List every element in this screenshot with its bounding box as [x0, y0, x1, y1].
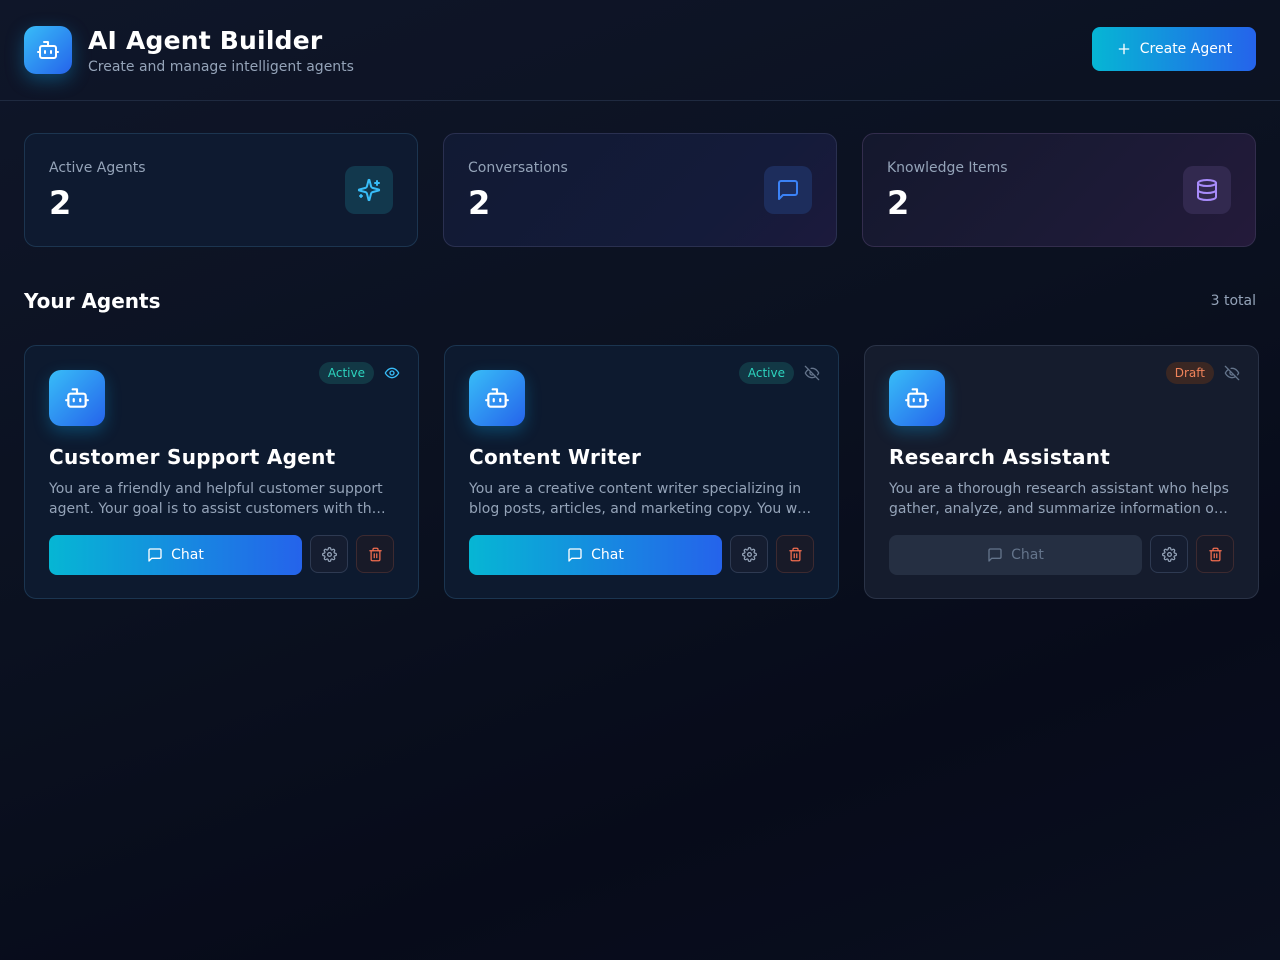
agent-description-line: blog posts, articles, and marketing copy… — [469, 501, 814, 517]
robot-icon — [49, 370, 105, 426]
message-square-icon — [764, 166, 812, 214]
database-icon — [1183, 166, 1231, 214]
app-header: AI Agent Builder Create and manage intel… — [0, 0, 1280, 101]
stat-label: Active Agents — [49, 160, 146, 176]
trash-icon — [368, 547, 382, 561]
chat-button[interactable]: Chat — [889, 535, 1142, 575]
page-subtitle: Create and manage intelligent agents — [88, 58, 354, 75]
trash-icon — [1208, 547, 1222, 561]
section-title: Your Agents — [24, 289, 161, 313]
status-badge: Active — [318, 362, 374, 384]
gear-icon — [321, 546, 337, 562]
agent-actions: Chat — [889, 535, 1234, 575]
agents-count: 3 total — [1210, 293, 1256, 309]
chat-button[interactable]: Chat — [49, 535, 302, 575]
message-square-icon — [988, 548, 1002, 562]
brand: AI Agent Builder Create and manage intel… — [24, 26, 354, 75]
agent-status-area: Draft — [1165, 362, 1242, 384]
gear-icon — [1161, 546, 1177, 562]
robot-icon — [469, 370, 525, 426]
message-square-icon — [148, 548, 162, 562]
agent-description: You are a thorough research assistant wh… — [889, 479, 1234, 519]
gear-icon — [741, 546, 757, 562]
status-badge: Active — [738, 362, 794, 384]
eye-off-icon[interactable] — [802, 363, 822, 383]
agent-actions: Chat — [49, 535, 394, 575]
agents-grid: Active Customer Support Agent You are a … — [0, 319, 1280, 599]
stat-value: 2 — [49, 184, 72, 222]
chat-label: Chat — [1011, 547, 1044, 563]
delete-button[interactable] — [776, 535, 814, 573]
agent-card-research-assistant: Draft Research Assistant You are a thoro… — [864, 345, 1259, 599]
agent-description-line: gather, analyze, and summarize informati… — [889, 501, 1234, 517]
chat-label: Chat — [171, 547, 204, 563]
agent-actions: Chat — [469, 535, 814, 575]
chat-label: Chat — [591, 547, 624, 563]
trash-icon — [788, 547, 802, 561]
settings-button[interactable] — [730, 535, 768, 573]
agent-description: You are a creative content writer specia… — [469, 479, 814, 519]
sparkles-icon — [345, 166, 393, 214]
agent-description-line: agent. Your goal is to assist customers … — [49, 501, 394, 517]
agent-status-area: Active — [738, 362, 822, 384]
eye-off-icon[interactable] — [1222, 363, 1242, 383]
agent-name: Customer Support Agent — [49, 445, 336, 469]
stat-card-knowledge-items: Knowledge Items 2 — [862, 133, 1256, 247]
agent-status-area: Active — [318, 362, 402, 384]
agent-card-customer-support: Active Customer Support Agent You are a … — [24, 345, 419, 599]
agent-description-line: You are a creative content writer specia… — [469, 481, 802, 497]
robot-icon — [889, 370, 945, 426]
stat-card-conversations: Conversations 2 — [443, 133, 837, 247]
plus-icon — [1118, 43, 1130, 55]
agent-description-line: You are a thorough research assistant wh… — [889, 481, 1229, 497]
agent-description: You are a friendly and helpful customer … — [49, 479, 394, 519]
settings-button[interactable] — [1150, 535, 1188, 573]
eye-icon[interactable] — [382, 363, 402, 383]
robot-icon — [24, 26, 72, 74]
agent-name: Research Assistant — [889, 445, 1111, 469]
create-agent-button[interactable]: Create Agent — [1092, 27, 1256, 71]
settings-button[interactable] — [310, 535, 348, 573]
stat-value: 2 — [887, 184, 910, 222]
stats-row: Active Agents 2 Conversations 2 Knowledg… — [0, 101, 1280, 247]
create-agent-label: Create Agent — [1139, 41, 1233, 57]
stat-card-active-agents: Active Agents 2 — [24, 133, 418, 247]
stat-label: Conversations — [468, 160, 568, 176]
agent-description-line: You are a friendly and helpful customer … — [49, 481, 383, 497]
agent-card-content-writer: Active Content Writer You are a creative… — [444, 345, 839, 599]
chat-button[interactable]: Chat — [469, 535, 722, 575]
delete-button[interactable] — [1196, 535, 1234, 573]
agents-section-header: Your Agents 3 total — [0, 247, 1280, 319]
stat-label: Knowledge Items — [887, 160, 1008, 176]
page-title: AI Agent Builder — [88, 25, 323, 55]
agent-name: Content Writer — [469, 445, 642, 469]
message-square-icon — [568, 548, 582, 562]
stat-value: 2 — [468, 184, 491, 222]
status-badge: Draft — [1165, 362, 1214, 384]
delete-button[interactable] — [356, 535, 394, 573]
